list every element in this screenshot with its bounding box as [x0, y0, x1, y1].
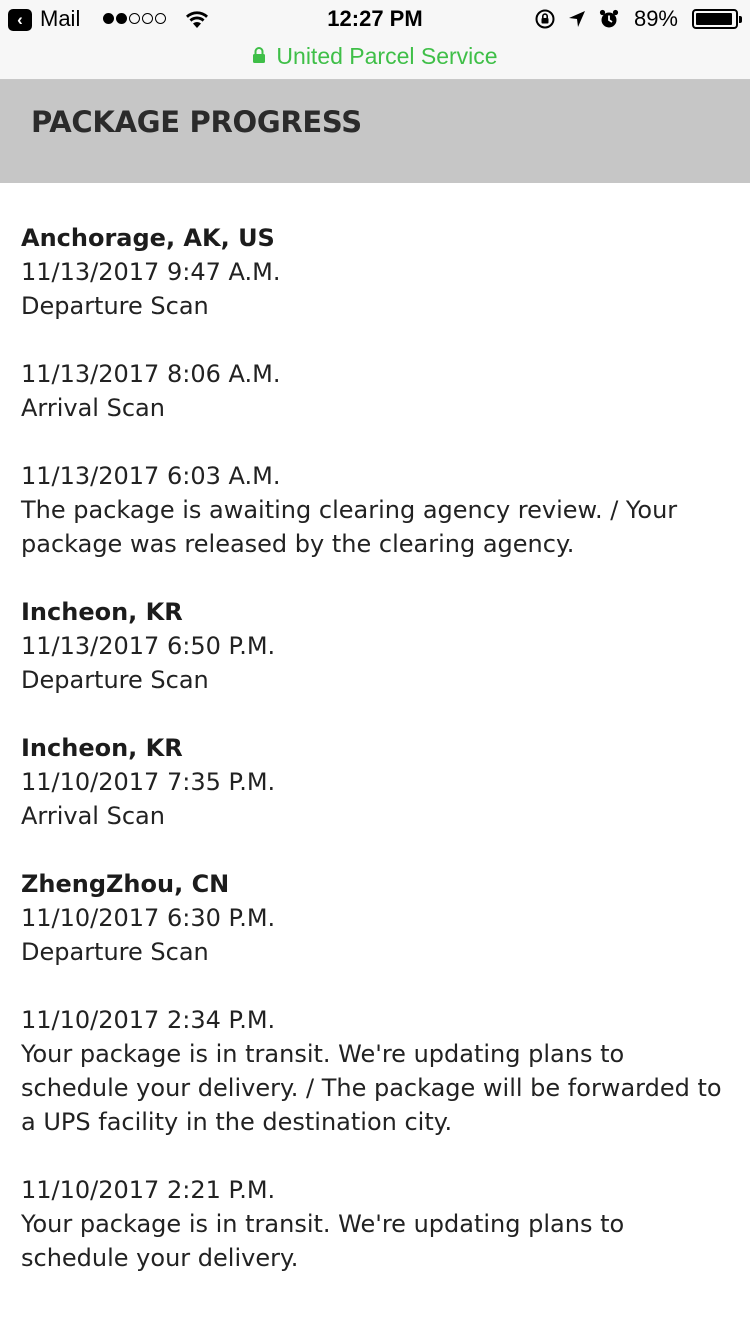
- event-location: Incheon, KR: [21, 598, 183, 626]
- event-location: ZhengZhou, CN: [21, 870, 230, 898]
- page-header: PACKAGE PROGRESS: [0, 80, 750, 183]
- event-datetime: 11/10/2017 6:30 P.M.: [21, 904, 276, 932]
- progress-event: Anchorage, AK, US 11/13/2017 9:47 A.M. D…: [21, 221, 736, 323]
- event-datetime: 11/13/2017 6:50 P.M.: [21, 632, 276, 660]
- lock-icon: [253, 47, 266, 63]
- event-location: Incheon, KR: [21, 734, 183, 762]
- battery-fill: [696, 13, 732, 25]
- progress-event: 11/13/2017 6:03 A.M. The package is awai…: [21, 459, 736, 561]
- package-progress-list: Anchorage, AK, US 11/13/2017 9:47 A.M. D…: [21, 221, 736, 1309]
- battery-percent: 89%: [633, 6, 678, 31]
- progress-event: 11/10/2017 2:34 P.M. Your package is in …: [21, 1003, 736, 1139]
- event-datetime: 11/13/2017 8:06 A.M.: [21, 360, 281, 388]
- progress-event: Incheon, KR 11/10/2017 7:35 P.M. Arrival…: [21, 731, 736, 833]
- event-location: Anchorage, AK, US: [21, 224, 275, 252]
- status-row: ‹ Mail 12:27 PM 89%: [0, 0, 750, 40]
- event-datetime: 11/13/2017 9:47 A.M.: [21, 258, 281, 286]
- progress-event: 11/10/2017 2:21 P.M. Your package is in …: [21, 1173, 736, 1275]
- event-description: Departure Scan: [21, 938, 209, 966]
- progress-event: ZhengZhou, CN 11/10/2017 6:30 P.M. Depar…: [21, 867, 736, 969]
- site-name: United Parcel Service: [276, 42, 498, 69]
- event-description: Your package is in transit. We're updati…: [21, 1040, 722, 1136]
- event-datetime: 11/10/2017 2:34 P.M.: [21, 1006, 276, 1034]
- event-datetime: 11/13/2017 6:03 A.M.: [21, 462, 281, 490]
- progress-event: Incheon, KR 11/13/2017 6:50 P.M. Departu…: [21, 595, 736, 697]
- orientation-lock-icon: [535, 9, 555, 29]
- status-bar: ‹ Mail 12:27 PM 89% United Parcel Servic…: [0, 0, 750, 80]
- progress-event: 11/13/2017 8:06 A.M. Arrival Scan: [21, 357, 736, 425]
- event-description: Arrival Scan: [21, 394, 165, 422]
- event-description: Arrival Scan: [21, 802, 165, 830]
- alarm-icon: [599, 9, 619, 28]
- url-bar[interactable]: United Parcel Service: [0, 40, 750, 72]
- battery-tip: [739, 16, 742, 23]
- event-description: Departure Scan: [21, 292, 209, 320]
- battery-icon: [692, 9, 742, 29]
- event-description: Departure Scan: [21, 666, 209, 694]
- location-arrow-icon: [568, 11, 585, 27]
- event-description: Your package is in transit. We're updati…: [21, 1210, 625, 1272]
- page-title: PACKAGE PROGRESS: [31, 105, 362, 139]
- event-datetime: 11/10/2017 7:35 P.M.: [21, 768, 276, 796]
- status-right-group: 89%: [534, 6, 742, 32]
- event-datetime: 11/10/2017 2:21 P.M.: [21, 1176, 276, 1204]
- event-description: The package is awaiting clearing agency …: [21, 496, 678, 558]
